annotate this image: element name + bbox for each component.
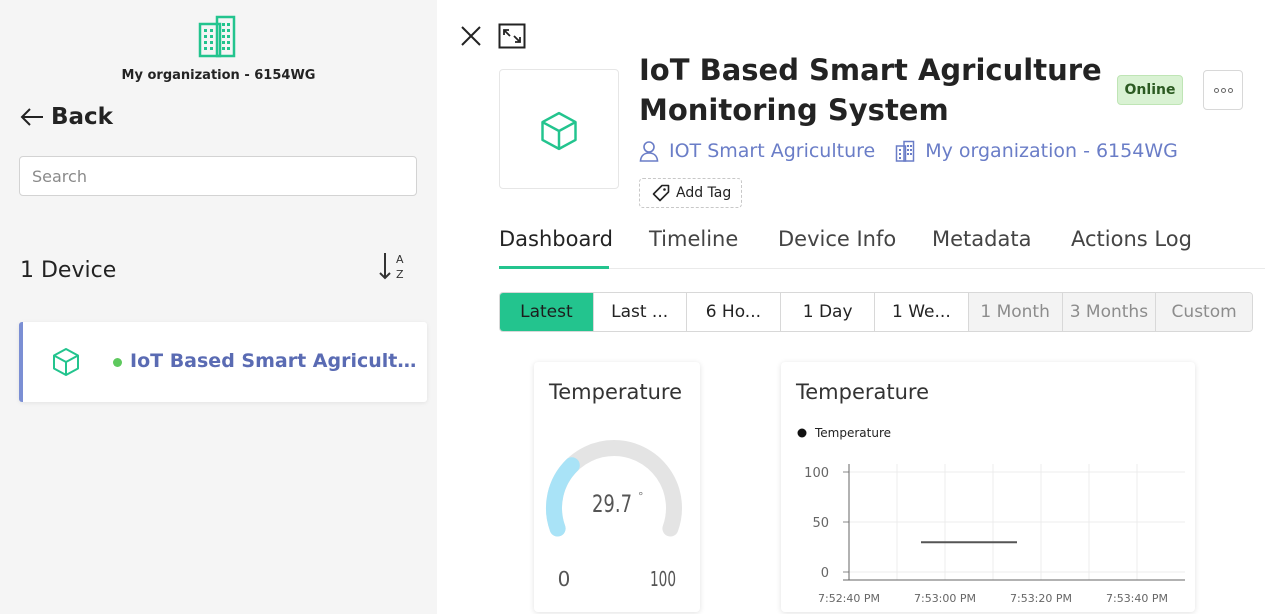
cube-icon <box>541 111 577 151</box>
chart-ytick-label: 50 <box>812 516 829 531</box>
range-last[interactable]: Last ... <box>593 293 687 331</box>
range-1-day[interactable]: 1 Day <box>781 293 875 331</box>
arrow-left-icon <box>20 108 43 126</box>
sidebar: My organization - 6154WG Back 1 Device A… <box>0 0 437 614</box>
svg-text:Z: Z <box>396 268 404 281</box>
more-dots-icon <box>1213 87 1219 93</box>
device-detail-panel: IoT Based Smart Agriculture Monitoring S… <box>437 0 1275 614</box>
chart-xtick-label: 7:53:00 PM <box>914 592 976 605</box>
range-latest[interactable]: Latest <box>500 293 594 331</box>
tab-device-info[interactable]: Device Info <box>778 227 896 251</box>
device-list-item-name: IoT Based Smart Agriculture Monitoring S… <box>130 350 420 372</box>
temperature-gauge: 29.7 ° 0 100 <box>546 440 682 591</box>
svg-text:A: A <box>396 253 404 266</box>
back-label: Back <box>51 104 113 130</box>
tab-metadata[interactable]: Metadata <box>932 227 1031 251</box>
search-input[interactable] <box>19 156 417 196</box>
range-1-week[interactable]: 1 We... <box>875 293 969 331</box>
sort-az-icon[interactable]: A Z <box>378 250 410 282</box>
organization-name-link: My organization - 6154WG <box>925 140 1178 162</box>
gauge-fill <box>546 457 580 537</box>
chart-xtick-label: 7:53:40 PM <box>1106 592 1168 605</box>
template-link[interactable]: IOT Smart Agriculture <box>639 140 875 162</box>
gauge-unit: ° <box>638 490 644 503</box>
chart-xtick-label: 7:53:20 PM <box>1010 592 1072 605</box>
legend-marker <box>797 428 807 438</box>
active-tab-indicator <box>499 266 609 269</box>
organization-link[interactable]: My organization - 6154WG <box>895 140 1178 162</box>
chart-ytick-label: 100 <box>804 466 829 481</box>
range-3-months[interactable]: 3 Months <box>1062 293 1157 331</box>
chart-xtick-label: 7:52:40 PM <box>818 592 880 605</box>
more-dot <box>1220 87 1226 93</box>
gauge-max: 100 <box>650 567 676 591</box>
device-title: IoT Based Smart Agriculture Monitoring S… <box>639 53 1102 127</box>
legend-label: Temperature <box>814 426 891 440</box>
device-meta: IOT Smart Agriculture My organization - … <box>639 140 1178 162</box>
more-dot <box>1227 87 1233 93</box>
chart-title: Temperature <box>796 380 930 404</box>
gauge-title: Temperature <box>549 380 683 404</box>
building-icon <box>198 15 236 58</box>
organization-name: My organization - 6154WG <box>121 68 316 83</box>
add-tag-button[interactable]: Add Tag <box>639 178 743 208</box>
add-tag-label: Add Tag <box>676 185 732 201</box>
device-list-item[interactable]: IoT Based Smart Agriculture Monitoring S… <box>19 322 427 402</box>
building-icon <box>895 140 915 162</box>
tab-dashboard[interactable]: Dashboard <box>499 227 613 251</box>
temperature-line-chart: Temperature 100 50 0 7:52:40 PM 7:53:00 PM 7:… <box>797 426 1185 605</box>
gauge-value: 29.7 <box>592 490 632 518</box>
back-button[interactable]: Back <box>19 104 113 130</box>
tab-timeline[interactable]: Timeline <box>649 227 738 251</box>
user-icon <box>639 141 659 162</box>
temperature-chart-widget: Temperature Temperature 100 50 0 7:52:40 PM… <box>781 362 1195 612</box>
close-icon[interactable] <box>459 24 483 48</box>
range-6-hours[interactable]: 6 Ho... <box>686 293 782 331</box>
expand-icon[interactable] <box>498 23 526 49</box>
range-custom[interactable]: Custom <box>1156 293 1252 331</box>
tag-icon <box>652 184 670 202</box>
temperature-gauge-widget: Temperature 29.7 ° 0 100 <box>534 362 700 612</box>
cube-icon <box>53 348 79 376</box>
more-options-button[interactable] <box>1203 70 1243 110</box>
time-range-selector: Latest Last ... 6 Ho... 1 Day 1 We... 1 … <box>499 292 1253 332</box>
online-status-dot <box>113 358 122 367</box>
tab-actions-log[interactable]: Actions Log <box>1071 227 1192 251</box>
device-image <box>499 69 619 189</box>
status-badge: Online <box>1117 75 1183 105</box>
tab-bar: Dashboard Timeline Device Info Metadata … <box>499 222 1265 269</box>
chart-ytick-label: 0 <box>821 566 829 581</box>
range-1-month[interactable]: 1 Month <box>968 293 1063 331</box>
template-name: IOT Smart Agriculture <box>669 140 876 162</box>
device-count: 1 Device <box>20 258 117 283</box>
gauge-min: 0 <box>558 567 571 591</box>
